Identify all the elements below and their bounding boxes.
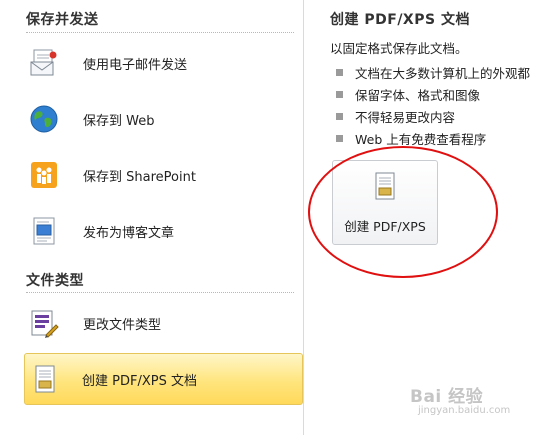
- email-icon: [28, 47, 60, 79]
- publish-as-blog-post-item[interactable]: 发布为博客文章: [26, 206, 294, 256]
- section-heading-save-and-send: 保存并发送: [26, 12, 99, 28]
- feature-list: 文档在大多数计算机上的外观都 保留字体、格式和图像 不得轻易更改内容 Web 上…: [336, 61, 530, 149]
- section-divider: [26, 292, 294, 293]
- save-to-sharepoint-label: 保存到 SharePoint: [83, 169, 196, 185]
- create-pdf-xps-document-label: 创建 PDF/XPS 文档: [82, 373, 197, 389]
- save-to-sharepoint-item[interactable]: 保存到 SharePoint: [26, 150, 294, 200]
- sharepoint-icon: [28, 159, 60, 191]
- section-divider: [26, 32, 294, 33]
- blog-icon: [28, 215, 60, 247]
- save-to-web-item[interactable]: 保存到 Web: [26, 94, 294, 144]
- list-item: 文档在大多数计算机上的外观都: [336, 61, 530, 83]
- change-file-type-label: 更改文件类型: [83, 317, 162, 333]
- watermark-logo: Bai 经验: [410, 387, 484, 407]
- pdf-document-icon: [29, 363, 61, 395]
- pdf-document-icon: [372, 171, 398, 205]
- bullet-icon: [336, 90, 343, 98]
- send-using-email-label: 使用电子邮件发送: [83, 57, 188, 73]
- change-file-type-item[interactable]: 更改文件类型: [26, 298, 294, 348]
- create-pdf-xps-document-item[interactable]: 创建 PDF/XPS 文档: [24, 353, 303, 405]
- bullet-icon: [336, 112, 343, 120]
- send-using-email-item[interactable]: 使用电子邮件发送: [26, 38, 294, 88]
- list-item: 保留字体、格式和图像: [336, 83, 530, 105]
- details-description: 以固定格式保存此文档。: [330, 41, 468, 56]
- save-to-web-label: 保存到 Web: [83, 113, 155, 129]
- change-filetype-icon: [28, 307, 60, 339]
- list-item: 不得轻易更改内容: [336, 105, 530, 127]
- create-pdf-xps-button[interactable]: 创建 PDF/XPS: [332, 160, 438, 245]
- publish-as-blog-post-label: 发布为博客文章: [83, 225, 175, 241]
- section-heading-file-types: 文件类型: [26, 273, 84, 289]
- bullet-icon: [336, 68, 343, 76]
- left-nav-panel: 保存并发送 使用电子邮件发送 保存到 Web 保存到 SharePoint 发布…: [0, 0, 303, 435]
- globe-icon: [28, 103, 60, 135]
- create-pdf-xps-button-label: 创建 PDF/XPS: [344, 219, 426, 234]
- details-title: 创建 PDF/XPS 文档: [330, 12, 470, 28]
- bullet-icon: [336, 134, 343, 142]
- details-panel: 创建 PDF/XPS 文档 以固定格式保存此文档。 文档在大多数计算机上的外观都…: [304, 0, 537, 435]
- watermark-url: jingyan.baidu.com: [418, 405, 511, 416]
- list-item: Web 上有免费查看程序: [336, 127, 530, 149]
